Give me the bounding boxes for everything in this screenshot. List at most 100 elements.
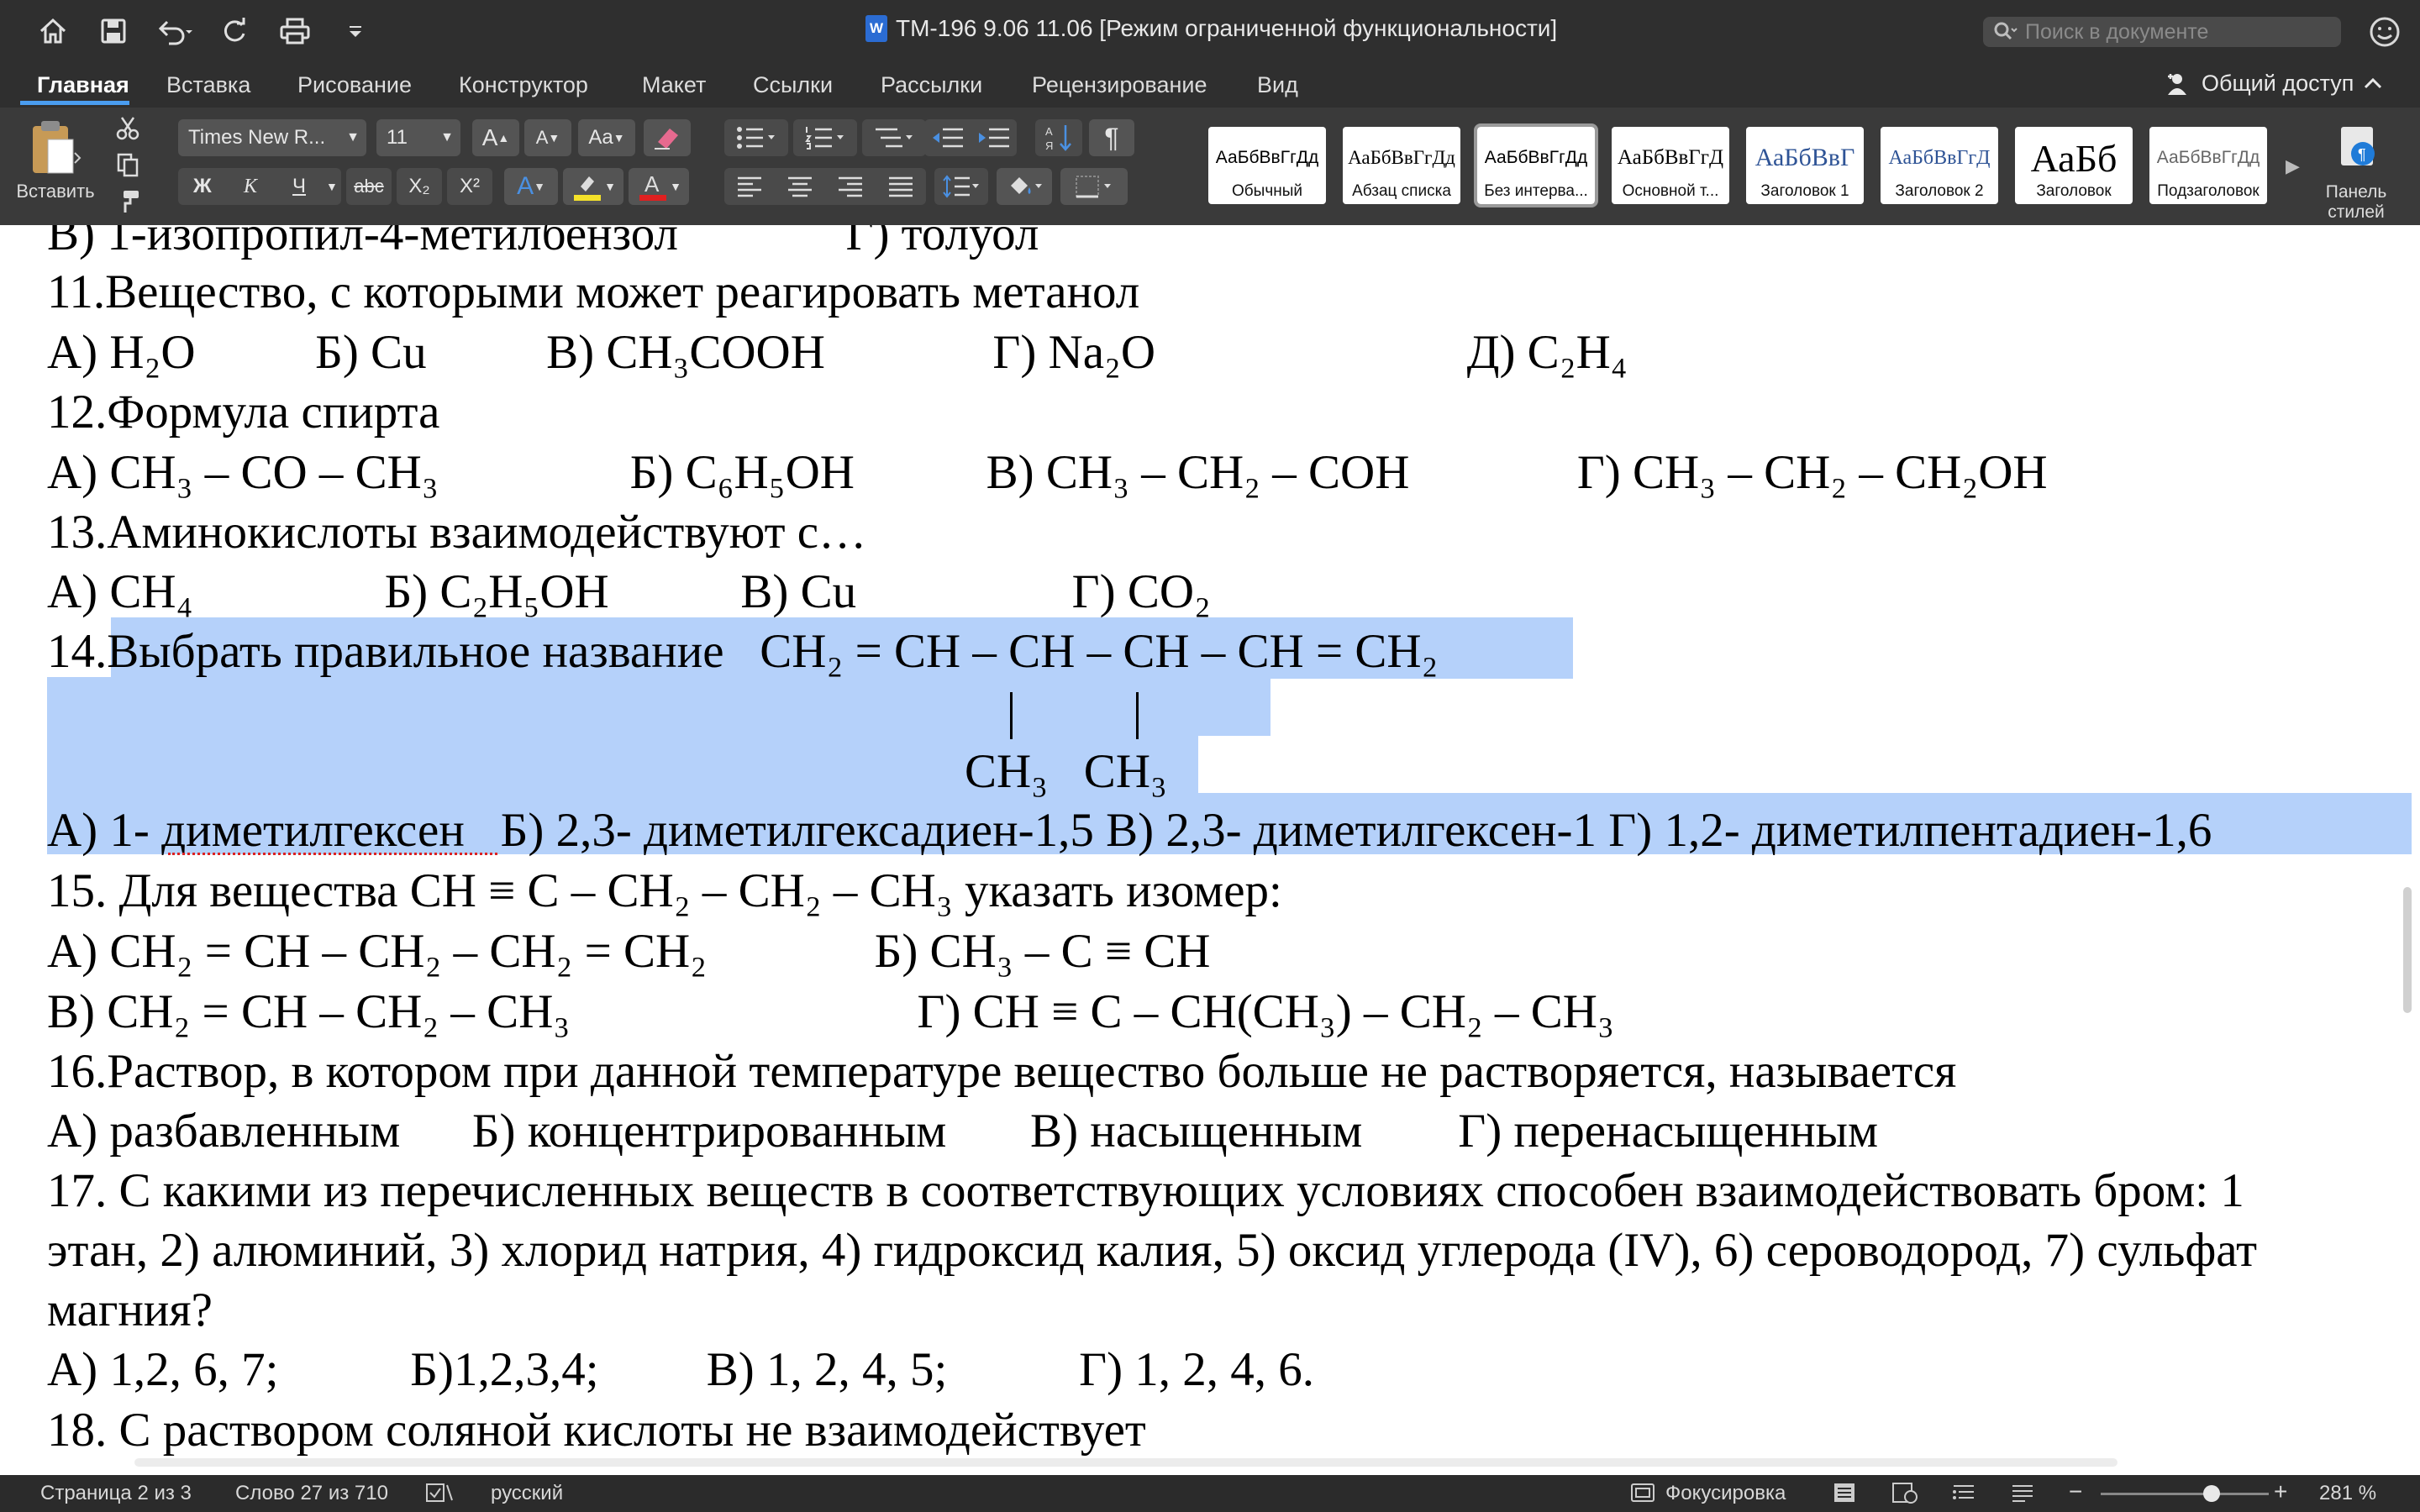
styles-scroll-right-icon[interactable]: ▶ <box>2286 155 2300 177</box>
underline-button[interactable]: Ч <box>292 175 306 198</box>
search-input[interactable]: Поиск в документе <box>1983 17 2341 47</box>
paste-button[interactable] <box>17 116 92 183</box>
style-list-paragraph[interactable]: АаБбВвГгДд Абзац списка <box>1343 127 1460 204</box>
multilevel-list-button[interactable] <box>862 119 926 156</box>
style-sample: АаБбВвГгДд <box>1484 148 1588 167</box>
decrease-indent-icon[interactable] <box>931 125 965 150</box>
active-tab-indicator <box>20 101 129 105</box>
proofing-icon[interactable] <box>425 1482 454 1509</box>
borders-button[interactable] <box>1060 168 1128 205</box>
document-line: А) H₂O Б) Cu В) CH₃COOH Г) Na₂O Д) C₂H₄ <box>47 326 1628 379</box>
document-line: В) 1-изопропил-4-метилбензол Г) толуол <box>47 225 1039 260</box>
tab-mailings[interactable]: Рассылки <box>881 72 982 98</box>
align-right-icon[interactable] <box>837 176 864 197</box>
horizontal-scrollbar[interactable] <box>134 1458 2118 1467</box>
shading-button[interactable] <box>997 168 1052 205</box>
zoom-slider-handle[interactable] <box>2203 1485 2220 1502</box>
highlight-color-button[interactable]: ▼ <box>563 168 623 205</box>
zoom-level[interactable]: 281 % <box>2319 1482 2376 1505</box>
style-no-spacing[interactable]: АаБбВвГгДд Без интерва... <box>1474 123 1598 207</box>
print-layout-view-icon[interactable] <box>1832 1482 1857 1509</box>
zoom-out-button[interactable]: − <box>2069 1478 2082 1505</box>
document-line: 18. С раствором соляной кислоты не взаим… <box>47 1404 1146 1457</box>
align-left-icon[interactable] <box>736 176 763 197</box>
undo-icon[interactable] <box>155 12 193 50</box>
subscript-button[interactable]: X₂ <box>397 168 442 205</box>
style-normal[interactable]: АаБбВвГгДд Обычный <box>1208 127 1326 204</box>
focus-mode-icon[interactable] <box>1630 1482 1655 1509</box>
show-formatting-marks-button[interactable]: ¶ <box>1089 119 1134 156</box>
change-case-button[interactable]: Aa ▼ <box>578 119 635 156</box>
tab-draw[interactable]: Рисование <box>297 72 412 98</box>
chevron-down-icon[interactable]: ▼ <box>326 180 338 193</box>
strikethrough-button[interactable]: abc <box>346 168 392 205</box>
style-name: Основной т... <box>1622 182 1719 200</box>
tab-design[interactable]: Конструктор <box>459 72 588 98</box>
style-body-text[interactable]: АаБбВвГгД Основной т... <box>1612 127 1729 204</box>
zoom-in-button[interactable]: + <box>2274 1478 2287 1505</box>
status-bar: Страница 2 из 3 Слово 27 из 710 русский … <box>0 1475 2420 1512</box>
text-effects-button[interactable]: A ▼ <box>504 168 558 205</box>
style-name: Без интерва... <box>1484 182 1588 200</box>
tab-references[interactable]: Ссылки <box>753 72 833 98</box>
line-spacing-button[interactable] <box>934 168 988 205</box>
align-center-icon[interactable] <box>786 176 813 197</box>
increase-font-size-button[interactable]: A ▲ <box>472 119 519 156</box>
language-indicator[interactable]: русский <box>491 1482 563 1505</box>
style-heading-2[interactable]: АаБбВвГгД Заголовок 2 <box>1881 127 1998 204</box>
format-painter-icon[interactable] <box>111 185 145 218</box>
save-icon[interactable] <box>94 12 133 50</box>
print-icon[interactable] <box>276 12 314 50</box>
tab-home[interactable]: Главная <box>37 72 129 98</box>
document-line: CH₃ CH₃ <box>965 745 1167 798</box>
font-color-button[interactable]: A ▼ <box>629 168 689 205</box>
tab-layout[interactable]: Макет <box>642 72 706 98</box>
superscript-button[interactable]: X² <box>447 168 492 205</box>
tab-insert[interactable]: Вставка <box>166 72 250 98</box>
tab-review[interactable]: Рецензирование <box>1032 72 1207 98</box>
style-subtitle[interactable]: АаБбВвГгДд Подзаголовок <box>2149 127 2267 204</box>
sort-icon: АЯ <box>1045 125 1071 152</box>
bold-button[interactable]: Ж <box>193 175 212 198</box>
style-name: Абзац списка <box>1352 182 1451 200</box>
style-sample: АаБбВвГгДд <box>1215 148 1319 167</box>
document-line: В) CH₂ = CH – CH₂ – CH₃ Г) CH ≡ C – CH(C… <box>47 985 1614 1038</box>
document-line: 16.Раствор, в котором при данной темпера… <box>47 1045 1957 1098</box>
increase-indent-icon[interactable] <box>977 125 1011 150</box>
bullets-button[interactable] <box>724 119 788 156</box>
focus-mode-label[interactable]: Фокусировка <box>1665 1482 1786 1505</box>
page-count[interactable]: Страница 2 из 3 <box>40 1482 192 1505</box>
styles-pane-button[interactable]: ¶ Панель стилей <box>2314 123 2398 222</box>
cut-icon[interactable] <box>111 111 145 144</box>
draft-view-icon[interactable] <box>2010 1482 2035 1509</box>
copy-icon[interactable] <box>111 148 145 181</box>
word-count[interactable]: Слово 27 из 710 <box>235 1482 388 1505</box>
home-icon[interactable] <box>34 12 72 50</box>
style-name: Заголовок 2 <box>1895 182 1984 200</box>
share-button[interactable]: Общий доступ <box>2165 71 2384 97</box>
outline-view-icon[interactable] <box>1951 1482 1976 1509</box>
tab-view[interactable]: Вид <box>1257 72 1298 98</box>
style-heading-1[interactable]: АаБбВвГ Заголовок 1 <box>1746 127 1864 204</box>
font-size-select[interactable]: 11 ▼ <box>376 119 460 156</box>
style-title[interactable]: АаБб Заголовок <box>2015 127 2133 204</box>
zoom-slider-track[interactable] <box>2101 1493 2269 1495</box>
numbering-button[interactable] <box>793 119 857 156</box>
structure-bond-line <box>1136 692 1139 739</box>
document-canvas[interactable]: В) 1-изопропил-4-метилбензол Г) толуол 1… <box>0 225 2420 1475</box>
font-name-select[interactable]: Times New R... ▼ <box>178 119 366 156</box>
collapse-ribbon-icon[interactable] <box>2362 73 2384 95</box>
clear-formatting-icon[interactable] <box>644 119 691 156</box>
justify-icon[interactable] <box>887 176 914 197</box>
feedback-smiley-icon[interactable] <box>2368 15 2402 53</box>
vertical-scrollbar[interactable] <box>2403 887 2412 1013</box>
redo-icon[interactable] <box>215 12 254 50</box>
decrease-font-size-button[interactable]: A ▼ <box>524 119 571 156</box>
customize-toolbar-icon[interactable] <box>336 12 375 50</box>
web-layout-view-icon[interactable] <box>1891 1482 1918 1509</box>
document-line: этан, 2) алюминий, 3) хлорид натрия, 4) … <box>47 1224 2258 1277</box>
italic-button[interactable]: К <box>244 176 257 198</box>
style-name: Заголовок <box>2036 182 2112 200</box>
sort-button[interactable]: АЯ <box>1035 119 1082 156</box>
add-person-icon <box>2168 73 2186 95</box>
